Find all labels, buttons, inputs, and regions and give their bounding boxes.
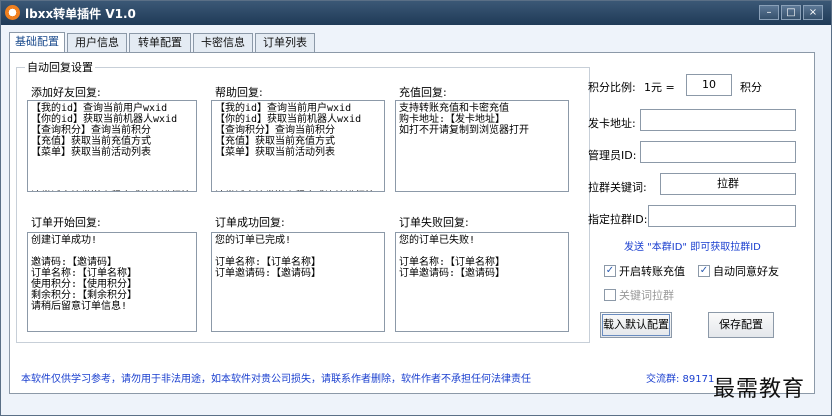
tab-user-info[interactable]: 用户信息 — [67, 33, 127, 53]
order-start-reply-textarea[interactable]: 创建订单成功! 邀请码:【邀请码】 订单名称:【订单名称】 使用积分:【使用积分… — [27, 232, 197, 332]
checkmark-icon: ✓ — [698, 265, 710, 277]
qq-group-text: 交流群: 89171 — [646, 374, 715, 385]
recharge-reply-textarea[interactable]: 支持转账充值和卡密充值 购卡地址:【发卡地址】 如打不开请复制到浏览器打开 — [395, 100, 569, 192]
card-url-label: 发卡地址: — [588, 117, 636, 130]
target-group-input[interactable] — [648, 205, 796, 227]
add-friend-reply-textarea[interactable]: 【我的id】查询当前用户wxid 【你的id】获取当前机器人wxid 【查询积分… — [27, 100, 197, 192]
app-logo-icon — [5, 5, 20, 20]
tab-card-info[interactable]: 卡密信息 — [193, 33, 253, 53]
save-config-button[interactable]: 保存配置 — [708, 312, 774, 338]
tab-order-list[interactable]: 订单列表 — [255, 33, 315, 53]
minimize-button[interactable]: – — [759, 5, 779, 20]
load-default-config-button[interactable]: 载入默认配置 — [600, 312, 672, 338]
ratio-prefix: 1元 = — [644, 81, 675, 94]
basic-config-panel: 自动回复设置 添加好友回复: 【我的id】查询当前用户wxid 【你的id】获取… — [9, 52, 815, 394]
disclaimer-text: 本软件仅供学习参考，请勿用于非法用途，如本软件对贵公司损失，请联系作者删除，软件… — [21, 374, 531, 385]
card-url-input[interactable] — [640, 109, 796, 131]
auto-reply-group-title: 自动回复设置 — [25, 59, 95, 75]
order-success-reply-textarea[interactable]: 您的订单已完成! 订单名称:【订单名称】 订单邀请码:【邀请码】 — [211, 232, 385, 332]
recharge-reply-label: 充值回复: — [399, 86, 447, 99]
tab-transfer-config[interactable]: 转单配置 — [129, 33, 191, 53]
ratio-input[interactable]: 10 — [686, 74, 732, 96]
unchecked-box-icon — [604, 289, 616, 301]
ratio-label: 积分比例: — [588, 81, 636, 94]
order-fail-reply-textarea[interactable]: 您的订单已失败! 订单名称:【订单名称】 订单邀请码:【邀请码】 — [395, 232, 569, 332]
title-bar[interactable]: lbxx转单插件 V1.0 – □ × — [1, 1, 831, 25]
tab-basic-config[interactable]: 基础配置 — [9, 32, 65, 54]
watermark-text: 最需教育 — [713, 377, 806, 402]
window-title: lbxx转单插件 V1.0 — [25, 7, 136, 21]
checkmark-icon: ✓ — [604, 265, 616, 277]
order-start-reply-label: 订单开始回复: — [31, 216, 101, 229]
help-reply-label: 帮助回复: — [215, 86, 263, 99]
group-keyword-input[interactable]: 拉群 — [660, 173, 796, 195]
admin-id-input[interactable] — [640, 141, 796, 163]
help-reply-textarea[interactable]: 【我的id】查询当前用户wxid 【你的id】获取当前机器人wxid 【查询积分… — [211, 100, 385, 192]
maximize-button[interactable]: □ — [781, 5, 801, 20]
group-keyword-label: 拉群关键词: — [588, 181, 647, 194]
group-id-tip: 发送 "本群ID" 即可获取拉群ID — [624, 242, 761, 253]
close-button[interactable]: × — [803, 5, 823, 20]
enable-transfer-checkbox[interactable]: ✓ 开启转账充值 — [604, 263, 685, 279]
order-fail-reply-label: 订单失败回复: — [399, 216, 469, 229]
auto-reply-group: 自动回复设置 添加好友回复: 【我的id】查询当前用户wxid 【你的id】获取… — [16, 59, 590, 343]
add-friend-reply-label: 添加好友回复: — [31, 86, 101, 99]
app-window: lbxx转单插件 V1.0 – □ × 基础配置 用户信息 转单配置 卡密信息 … — [0, 0, 832, 416]
ratio-unit: 积分 — [740, 81, 762, 94]
target-group-label: 指定拉群ID: — [588, 213, 648, 226]
order-success-reply-label: 订单成功回复: — [215, 216, 285, 229]
auto-accept-friend-checkbox[interactable]: ✓ 自动同意好友 — [698, 263, 779, 279]
keyword-group-checkbox[interactable]: 关键词拉群 — [604, 287, 674, 303]
window-controls: – □ × — [759, 5, 823, 20]
admin-id-label: 管理员ID: — [588, 149, 637, 162]
